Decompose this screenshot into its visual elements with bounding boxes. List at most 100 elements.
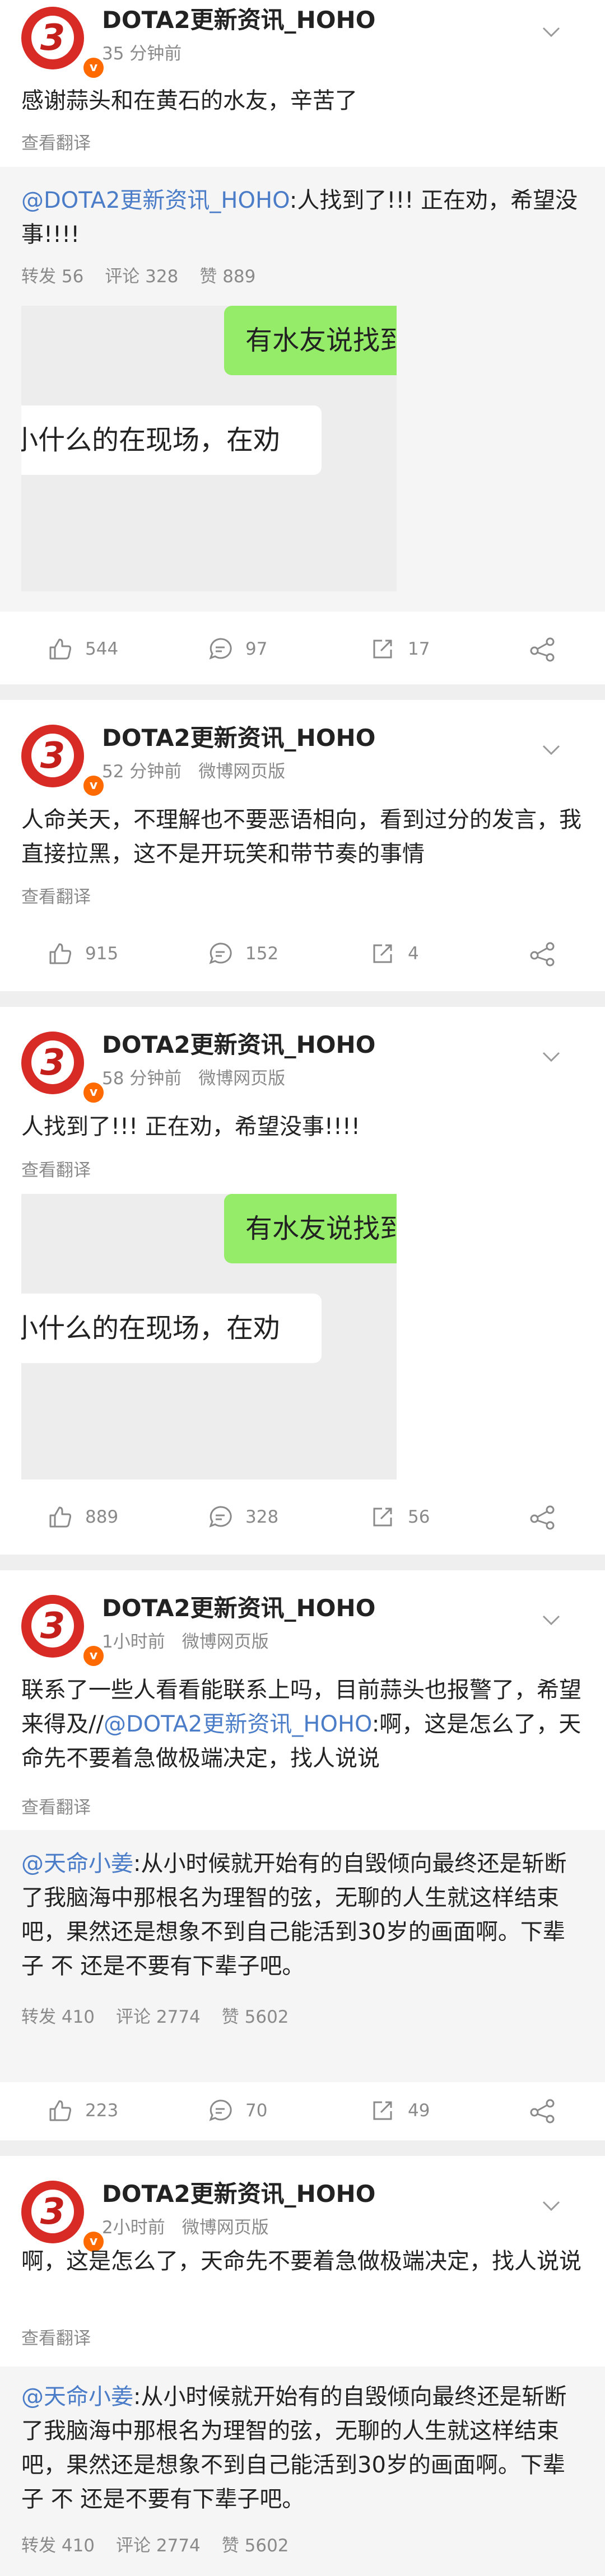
share-button[interactable]: 56 bbox=[370, 1492, 430, 1542]
share-icon bbox=[373, 944, 392, 963]
post-time: 2小时前 bbox=[102, 2218, 165, 2238]
post-card: 3 v DOTA2更新资讯_HOHO 58 分钟前 微博网页版 人找到了!!! 正… bbox=[0, 1007, 605, 1555]
comment-button[interactable]: 328 bbox=[207, 1492, 278, 1542]
translate-link[interactable]: 查看翻译 bbox=[21, 1156, 91, 1181]
avatar[interactable]: 3 v bbox=[21, 2181, 105, 2253]
post-time: 58 分钟前 bbox=[102, 1068, 182, 1089]
post-source: 微博网页版 bbox=[182, 2218, 269, 2238]
post-text: 啊，这是怎么了，天命先不要着急做极端决定，找人说说 bbox=[21, 2248, 581, 2274]
image-thumbnail[interactable]: 有水友说找到 小什么的在现场，在劝 bbox=[21, 306, 397, 591]
post-time: 35 分钟前 bbox=[102, 44, 182, 64]
comment-icon bbox=[209, 1506, 232, 1528]
post-meta: 1小时前 微博网页版 bbox=[102, 1627, 269, 1653]
post-card: 3 v DOTA2更新资讯_HOHO 35 分钟前 感谢蒜头和在黄石的水友，辛苦… bbox=[0, 0, 605, 684]
like-button[interactable]: 223 bbox=[47, 2085, 118, 2136]
share-icon bbox=[373, 640, 392, 659]
comment-button[interactable]: 152 bbox=[207, 928, 278, 979]
share-button[interactable]: 4 bbox=[370, 928, 419, 979]
post-card: 3 v DOTA2更新资讯_HOHO 2小时前 微博网页版 啊，这是怎么了，天命先… bbox=[0, 2156, 605, 2576]
more-share-icon bbox=[530, 637, 555, 662]
comment-icon bbox=[209, 942, 232, 964]
comment-icon bbox=[209, 2099, 232, 2121]
chevron-down-icon[interactable] bbox=[540, 1608, 562, 1631]
post-meta: 52 分钟前 微博网页版 bbox=[102, 757, 285, 782]
like-button[interactable]: 544 bbox=[47, 624, 118, 674]
divider bbox=[0, 991, 605, 1007]
action-bar: 544 97 17 bbox=[0, 624, 605, 674]
chevron-down-icon[interactable] bbox=[540, 738, 562, 760]
post-text: 联系了一些人看看能联系上吗，目前蒜头也报警了，希望来得及//@DOTA2更新资讯… bbox=[21, 1677, 581, 1771]
more-share-button[interactable] bbox=[529, 2085, 570, 2136]
chat-bubble-green: 有水友说找到 bbox=[224, 306, 397, 375]
more-share-icon bbox=[530, 942, 555, 967]
like-icon bbox=[49, 2100, 72, 2121]
like-icon bbox=[49, 943, 72, 964]
post-text: 感谢蒜头和在黄石的水友，辛苦了 bbox=[21, 88, 357, 114]
post-meta: 58 分钟前 微博网页版 bbox=[102, 1064, 285, 1089]
repost-box[interactable]: @DOTA2更新资讯_HOHO:人找到了!!! 正在劝，希望没事!!!! 转发 … bbox=[0, 167, 605, 612]
comment-button[interactable]: 70 bbox=[207, 2085, 267, 2136]
post-header: 3 v DOTA2更新资讯_HOHO 2小时前 微博网页版 bbox=[0, 2174, 605, 2253]
chat-bubble-green: 有水友说找到 bbox=[224, 1194, 397, 1263]
share-button[interactable]: 49 bbox=[370, 2085, 430, 2136]
author-name[interactable]: DOTA2更新资讯_HOHO bbox=[102, 1026, 375, 1060]
author-name[interactable]: DOTA2更新资讯_HOHO bbox=[102, 1, 375, 35]
avatar[interactable]: 3 v bbox=[21, 1595, 105, 1668]
mention-link[interactable]: @天命小姜 bbox=[21, 2384, 133, 2410]
divider bbox=[0, 2140, 605, 2156]
mention-link[interactable]: @DOTA2更新资讯_HOHO bbox=[21, 188, 290, 213]
repost-box[interactable]: @天命小姜:从小时候就开始有的自毁倾向最终还是斩断了我脑海中那根名为理智的弦，无… bbox=[0, 2367, 605, 2576]
chat-bubble-white: 小什么的在现场，在劝 bbox=[21, 1294, 322, 1363]
avatar[interactable]: 3 v bbox=[21, 725, 105, 797]
post-time: 52 分钟前 bbox=[102, 762, 182, 782]
comment-button[interactable]: 97 bbox=[207, 624, 267, 674]
translate-link[interactable]: 查看翻译 bbox=[21, 883, 91, 908]
repost-stats: 转发 410 评论 2774 赞 5602 bbox=[21, 2007, 289, 2027]
repost-stats: 转发 56 评论 328 赞 889 bbox=[21, 267, 256, 287]
post-time: 1小时前 bbox=[102, 1632, 165, 1652]
post-text: 人找到了!!! 正在劝，希望没事!!!! bbox=[21, 1114, 360, 1140]
post-header: 3 v DOTA2更新资讯_HOHO 35 分钟前 bbox=[0, 0, 605, 80]
action-bar: 915 152 4 bbox=[0, 928, 605, 979]
post-meta: 35 分钟前 bbox=[102, 39, 182, 64]
more-share-icon bbox=[530, 1505, 555, 1530]
like-button[interactable]: 915 bbox=[47, 928, 118, 979]
like-icon bbox=[49, 1506, 72, 1528]
post-source: 微博网页版 bbox=[198, 1068, 286, 1089]
chat-bubble-white: 小什么的在现场，在劝 bbox=[21, 405, 322, 475]
post-meta: 2小时前 微博网页版 bbox=[102, 2213, 269, 2238]
more-share-button[interactable] bbox=[529, 928, 570, 979]
divider bbox=[0, 684, 605, 700]
translate-link[interactable]: 查看翻译 bbox=[21, 129, 91, 154]
author-name[interactable]: DOTA2更新资讯_HOHO bbox=[102, 719, 375, 753]
mention-link[interactable]: @DOTA2更新资讯_HOHO bbox=[104, 1711, 372, 1737]
translate-link[interactable]: 查看翻译 bbox=[21, 2324, 91, 2349]
like-button[interactable]: 889 bbox=[47, 1492, 118, 1542]
avatar[interactable]: 3 v bbox=[21, 1032, 105, 1104]
post-card: 3 v DOTA2更新资讯_HOHO 1小时前 微博网页版 联系了一些人看看能联系… bbox=[0, 1570, 605, 2140]
post-text: 人命关天，不理解也不要恶语相向，看到过分的发言，我直接拉黑，这不是开玩笑和带节奏… bbox=[21, 807, 581, 867]
image-thumbnail[interactable]: 有水友说找到 小什么的在现场，在劝 bbox=[21, 1194, 397, 1480]
author-name[interactable]: DOTA2更新资讯_HOHO bbox=[102, 1589, 375, 1623]
chevron-down-icon[interactable] bbox=[540, 2194, 562, 2216]
repost-text: @DOTA2更新资讯_HOHO:人找到了!!! 正在劝，希望没事!!!! bbox=[21, 188, 578, 248]
repost-box[interactable]: @天命小姜:从小时候就开始有的自毁倾向最终还是斩断了我脑海中那根名为理智的弦，无… bbox=[0, 1830, 605, 2082]
repost-stats: 转发 410 评论 2774 赞 5602 bbox=[21, 2536, 289, 2556]
share-button[interactable]: 17 bbox=[370, 624, 430, 674]
share-icon bbox=[373, 1508, 392, 1527]
post-source: 微博网页版 bbox=[182, 1632, 269, 1652]
more-share-button[interactable] bbox=[529, 1492, 570, 1542]
more-share-button[interactable] bbox=[529, 624, 570, 674]
post-header: 3 v DOTA2更新资讯_HOHO 52 分钟前 微博网页版 bbox=[0, 718, 605, 797]
avatar[interactable]: 3 v bbox=[21, 7, 105, 80]
repost-text: @天命小姜:从小时候就开始有的自毁倾向最终还是斩断了我脑海中那根名为理智的弦，无… bbox=[21, 2384, 567, 2512]
post-header: 3 v DOTA2更新资讯_HOHO 1小时前 微博网页版 bbox=[0, 1588, 605, 1668]
chevron-down-icon[interactable] bbox=[540, 1045, 562, 1067]
mention-link[interactable]: @天命小姜 bbox=[21, 1851, 133, 1877]
author-name[interactable]: DOTA2更新资讯_HOHO bbox=[102, 2175, 375, 2209]
like-icon bbox=[49, 638, 72, 660]
post-source: 微博网页版 bbox=[198, 762, 286, 782]
post-header: 3 v DOTA2更新资讯_HOHO 58 分钟前 微博网页版 bbox=[0, 1025, 605, 1104]
translate-link[interactable]: 查看翻译 bbox=[21, 1793, 91, 1818]
chevron-down-icon[interactable] bbox=[540, 20, 562, 43]
